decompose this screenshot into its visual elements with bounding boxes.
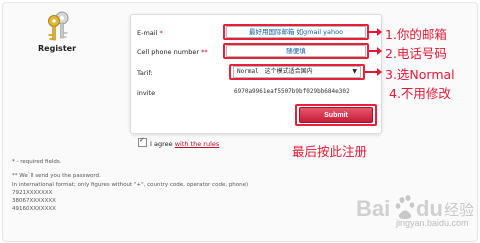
note-format: In international format; only figures wi… — [12, 181, 249, 188]
arrow-right-icon — [365, 68, 382, 76]
note-example-3: 49160XXXXXXX — [12, 206, 56, 213]
phone-highlight-box — [223, 43, 369, 59]
email-highlight-box — [223, 24, 369, 40]
annotation-submit: 最后按此注册 — [292, 144, 368, 159]
annotation-phone: 2.电话号码 — [385, 46, 447, 61]
note-password: ** We`ll send you the password. — [12, 173, 101, 180]
agree-row: I agree with the rules — [138, 136, 220, 148]
arrow-right-icon — [369, 47, 382, 55]
note-required: - required fields. — [14, 159, 62, 165]
invite-code: 6970a9961eaf5507b9bf029bb684e302 — [234, 88, 350, 95]
rules-link[interactable]: with the rules — [175, 140, 220, 148]
watermark-brand-2: 经验 — [444, 201, 474, 219]
email-required-mark: * — [159, 29, 163, 37]
agree-checkbox[interactable] — [138, 136, 147, 147]
invite-label: invite — [137, 89, 156, 97]
note-example-1: 7921XXXXXXX — [12, 189, 53, 196]
arrow-right-icon — [369, 28, 382, 36]
note-example-2: 38067XXXXXXX — [12, 198, 56, 205]
footnotes: * - required fields. ** We`ll send you t… — [12, 158, 248, 214]
annotation-invite: 4.不用修改 — [389, 86, 451, 101]
phone-label: Cell phone number ** — [137, 48, 208, 56]
annotation-tarif: 3.选Normal — [385, 67, 455, 82]
submit-highlight-box — [295, 104, 377, 126]
email-label: E-mail * — [137, 29, 163, 37]
phone-required-mark: ** — [201, 48, 208, 56]
watermark-url: jingyan.baidu.com — [396, 218, 469, 228]
tarif-label: Tarif: — [137, 69, 153, 77]
watermark-brand: Bai — [356, 196, 390, 221]
register-label: Register — [38, 44, 77, 53]
keys-icon — [48, 11, 69, 41]
agree-text: I agree — [150, 140, 173, 148]
baidu-watermark-logo: Bai du 经验 — [356, 195, 474, 221]
tarif-highlight-box — [229, 64, 365, 80]
annotation-email: 1.你的邮箱 — [385, 27, 447, 42]
